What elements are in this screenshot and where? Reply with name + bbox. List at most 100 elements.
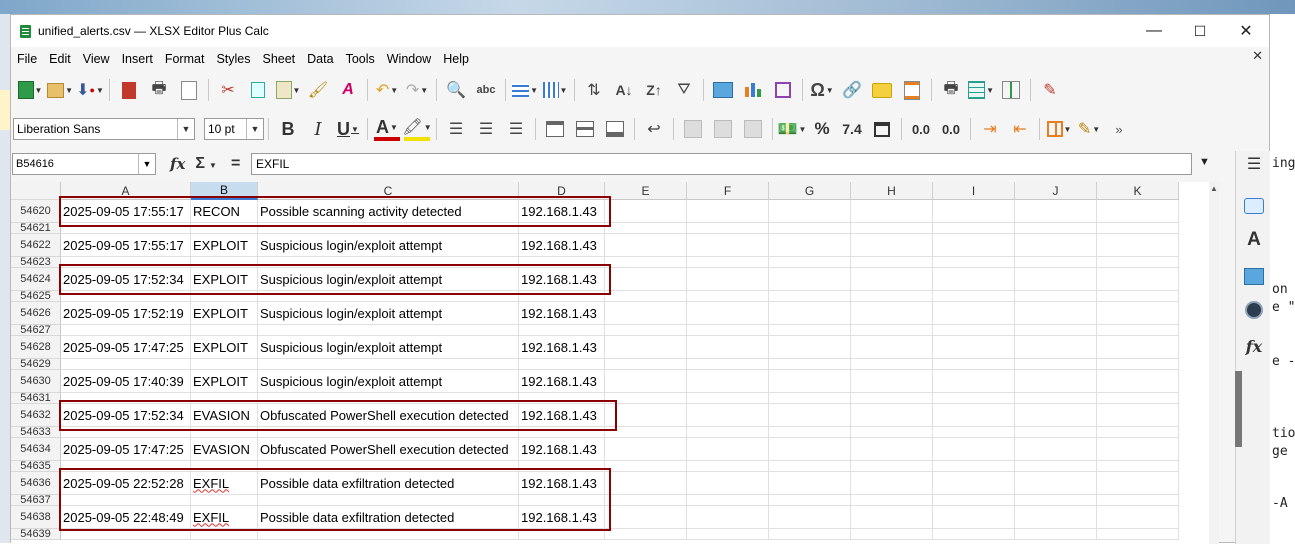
table-cell[interactable] (605, 427, 687, 438)
table-cell[interactable] (687, 393, 769, 404)
table-cell[interactable] (933, 257, 1015, 268)
table-cell[interactable]: 192.168.1.43 (519, 302, 605, 325)
new-document-icon[interactable]: ▼ (17, 77, 43, 103)
table-cell[interactable] (1015, 268, 1097, 291)
table-cell[interactable] (1097, 325, 1179, 336)
table-cell[interactable] (605, 495, 687, 506)
table-cell[interactable] (933, 223, 1015, 234)
table-cell[interactable] (687, 427, 769, 438)
table-cell[interactable] (258, 257, 519, 268)
table-cell[interactable] (519, 257, 605, 268)
font-color-icon[interactable]: A ▼ (374, 117, 400, 141)
table-cell[interactable]: 192.168.1.43 (519, 438, 605, 461)
table-cell[interactable]: 192.168.1.43 (519, 404, 605, 427)
table-cell[interactable] (1097, 291, 1179, 302)
table-cell[interactable] (1097, 427, 1179, 438)
table-cell[interactable] (1015, 529, 1097, 540)
functions-icon[interactable]: fx (1243, 335, 1265, 357)
row-header[interactable]: 54634 (11, 438, 61, 461)
table-cell[interactable] (61, 393, 191, 404)
table-cell[interactable] (769, 291, 851, 302)
table-cell[interactable]: RECON (191, 200, 258, 223)
row-header[interactable]: 54625 (11, 290, 61, 302)
column-header[interactable]: B (191, 182, 258, 200)
function-wizard-button[interactable]: fx (170, 155, 185, 173)
table-cell[interactable] (191, 223, 258, 234)
menu-view[interactable]: View (77, 52, 116, 66)
column-header[interactable]: D (519, 182, 605, 200)
comment-icon[interactable] (869, 77, 895, 103)
table-cell[interactable] (191, 359, 258, 370)
table-cell[interactable] (1097, 404, 1179, 427)
autofilter-icon[interactable]: ⛛ (671, 77, 697, 103)
table-cell[interactable] (258, 223, 519, 234)
table-cell[interactable]: 192.168.1.43 (519, 506, 605, 529)
table-cell[interactable]: 192.168.1.43 (519, 234, 605, 257)
table-cell[interactable] (605, 223, 687, 234)
table-cell[interactable] (769, 427, 851, 438)
italic-icon[interactable]: I (305, 116, 331, 142)
table-cell[interactable] (687, 359, 769, 370)
table-cell[interactable] (61, 223, 191, 234)
date-format-icon[interactable] (869, 116, 895, 142)
table-cell[interactable]: Obfuscated PowerShell execution detected (258, 404, 519, 427)
table-cell[interactable] (687, 472, 769, 495)
table-cell[interactable] (605, 336, 687, 359)
table-cell[interactable] (605, 438, 687, 461)
sort-ascending-icon[interactable]: A↓ (611, 77, 637, 103)
underline-icon[interactable]: U ▼ (335, 116, 361, 142)
table-cell[interactable] (851, 393, 933, 404)
table-cell[interactable] (687, 529, 769, 540)
paste-icon[interactable]: ▼ (275, 77, 301, 103)
menu-tools[interactable]: Tools (340, 52, 381, 66)
table-cell[interactable] (851, 438, 933, 461)
table-cell[interactable] (61, 495, 191, 506)
table-cell[interactable] (687, 404, 769, 427)
table-cell[interactable] (769, 200, 851, 223)
table-cell[interactable] (258, 427, 519, 438)
column-header[interactable]: E (605, 182, 687, 200)
copy-icon[interactable] (245, 77, 271, 103)
table-cell[interactable] (605, 370, 687, 393)
expand-formula-bar-icon[interactable]: ▼ (1199, 156, 1210, 168)
column-header[interactable]: F (687, 182, 769, 200)
table-cell[interactable]: Obfuscated PowerShell execution detected (258, 438, 519, 461)
row-header[interactable]: 54632 (11, 404, 61, 427)
table-cell[interactable] (769, 370, 851, 393)
table-cell[interactable]: EVASION (191, 438, 258, 461)
table-cell[interactable] (769, 529, 851, 540)
table-cell[interactable] (519, 325, 605, 336)
row-header[interactable]: 54628 (11, 336, 61, 359)
table-cell[interactable]: EXPLOIT (191, 302, 258, 325)
table-cell[interactable] (1015, 302, 1097, 325)
table-cell[interactable] (1097, 461, 1179, 472)
table-cell[interactable] (61, 461, 191, 472)
table-cell[interactable] (769, 359, 851, 370)
table-cell[interactable] (1097, 336, 1179, 359)
table-cell[interactable] (687, 268, 769, 291)
table-cell[interactable] (851, 427, 933, 438)
table-cell[interactable] (1097, 200, 1179, 223)
table-cell[interactable]: Suspicious login/exploit attempt (258, 336, 519, 359)
table-cell[interactable] (769, 438, 851, 461)
border-color-icon[interactable]: ✎ ▼ (1076, 116, 1102, 142)
table-cell[interactable] (769, 404, 851, 427)
table-cell[interactable] (851, 268, 933, 291)
find-replace-icon[interactable]: 🔍 (443, 77, 469, 103)
table-cell[interactable] (61, 359, 191, 370)
cut-icon[interactable]: ✂ (215, 77, 241, 103)
minimize-button[interactable]: — (1131, 15, 1177, 47)
table-cell[interactable] (519, 223, 605, 234)
table-cell[interactable] (1015, 234, 1097, 257)
sum-button[interactable]: Σ ▼ (195, 155, 217, 173)
table-cell[interactable] (687, 257, 769, 268)
table-cell[interactable] (851, 370, 933, 393)
table-cell[interactable]: 192.168.1.43 (519, 268, 605, 291)
table-cell[interactable]: 2025-09-05 17:40:39 (61, 370, 191, 393)
table-cell[interactable] (769, 302, 851, 325)
table-cell[interactable] (769, 223, 851, 234)
table-cell[interactable] (687, 370, 769, 393)
table-cell[interactable] (851, 529, 933, 540)
table-cell[interactable]: 2025-09-05 22:48:49 (61, 506, 191, 529)
print-preview-icon[interactable] (176, 77, 202, 103)
